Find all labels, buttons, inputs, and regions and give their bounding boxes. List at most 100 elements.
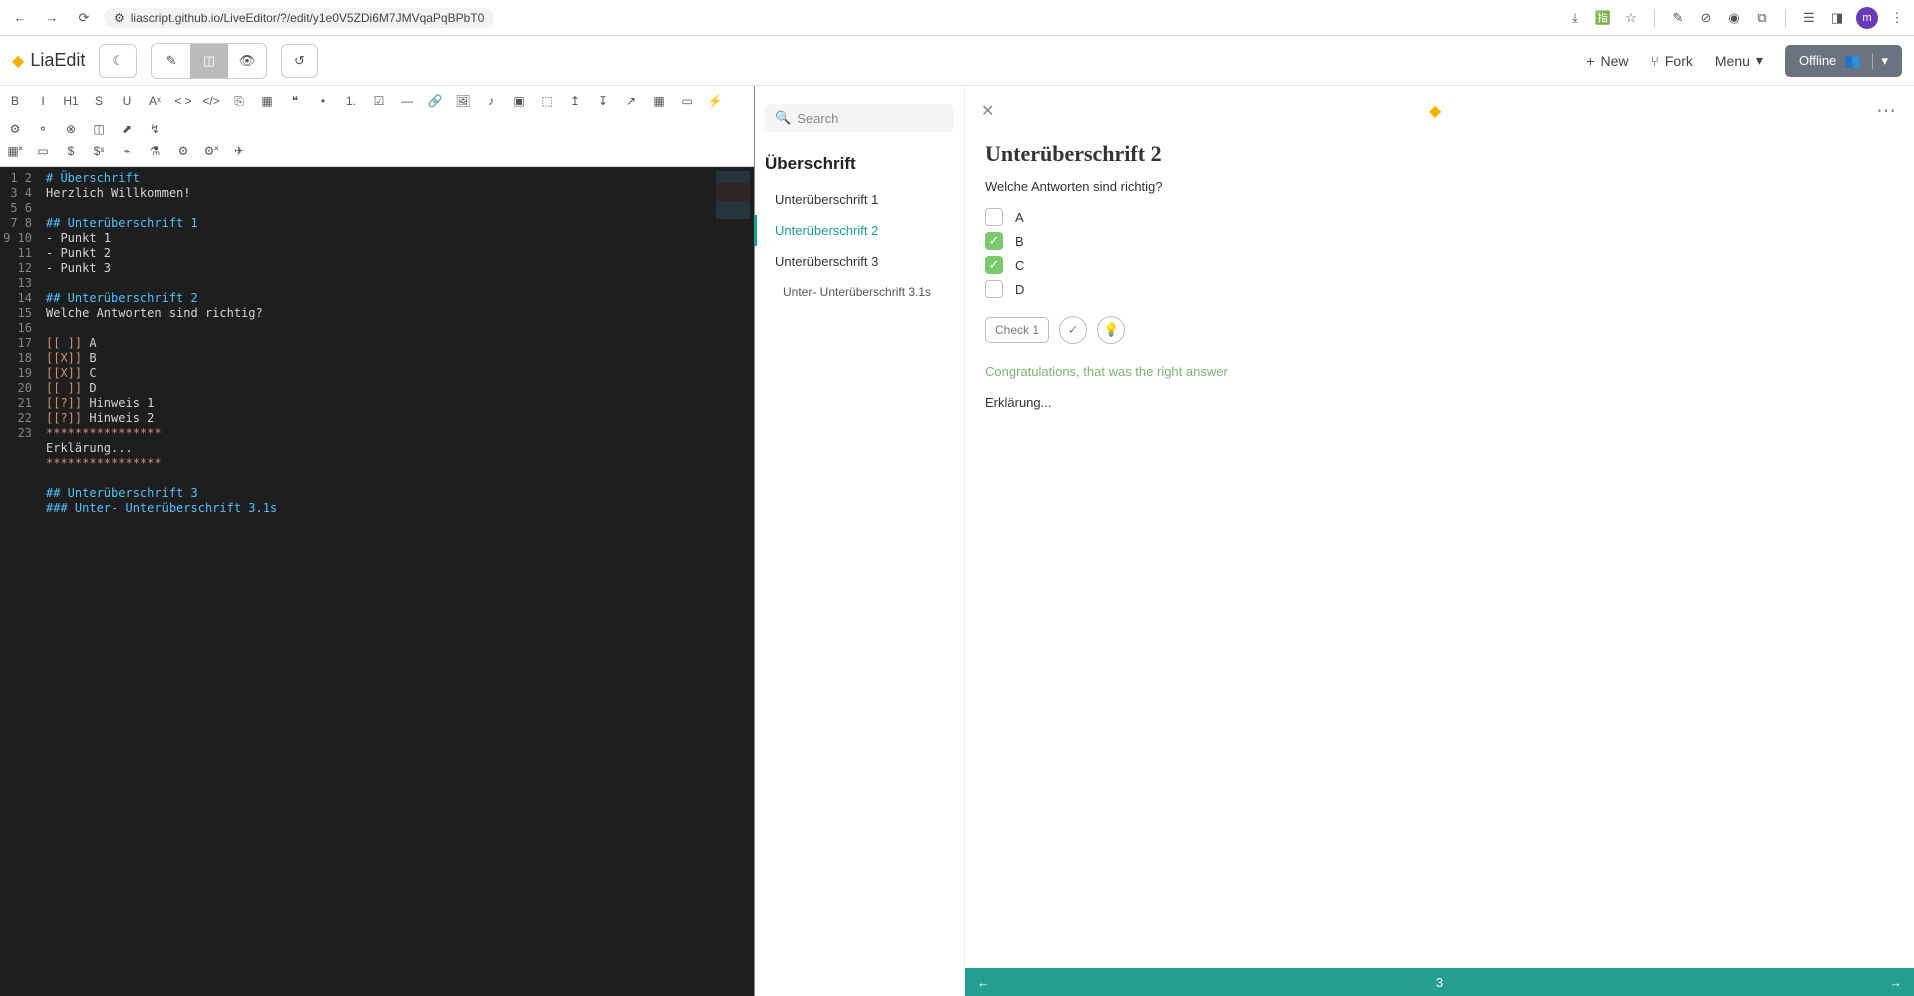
- more-menu-button[interactable]: ⋯: [1876, 98, 1898, 123]
- toolbar2-button-8[interactable]: ✈: [230, 142, 248, 160]
- toc-item-0[interactable]: Unterüberschrift 1: [765, 184, 954, 215]
- code-content[interactable]: # Überschrift Herzlich Willkommen! ## Un…: [40, 167, 754, 996]
- toc-subitem[interactable]: Unter- Unterüberschrift 3.1s: [765, 277, 954, 307]
- toolbar-button-14[interactable]: —: [398, 92, 416, 110]
- toolbar2-button-4[interactable]: ⌁: [118, 142, 136, 160]
- nav-back-button[interactable]: ←: [8, 6, 32, 30]
- page-title: Unterüberschrift 2: [985, 141, 1894, 167]
- toolbar-button-17[interactable]: ♪: [482, 92, 500, 110]
- side-panel-icon[interactable]: ◨: [1828, 9, 1846, 27]
- toolbar-button-16[interactable]: 🖼: [454, 92, 472, 110]
- toolbar-button-2[interactable]: H1: [62, 92, 80, 110]
- option-label: C: [1015, 258, 1024, 273]
- toolbar-button-22[interactable]: ↗: [622, 92, 640, 110]
- checkbox-A[interactable]: [985, 208, 1003, 226]
- toolbar-button-6[interactable]: < >: [174, 92, 192, 110]
- toolbar-button-13[interactable]: ☑: [370, 92, 388, 110]
- address-bar[interactable]: ⚙ liascript.github.io/LiveEditor/?/edit/…: [104, 8, 494, 28]
- toolbar2-button-0[interactable]: ▦˟: [6, 142, 24, 160]
- fork-button[interactable]: ⑂ Fork: [1650, 53, 1692, 69]
- toolbar-button-30[interactable]: ⬈: [118, 120, 136, 138]
- toolbar-button-26[interactable]: ⚙: [6, 120, 24, 138]
- hint-button[interactable]: 💡: [1097, 316, 1125, 344]
- separator: [1785, 9, 1786, 27]
- toolbar2-button-3[interactable]: $ˢ: [90, 142, 108, 160]
- toolbar-button-12[interactable]: 1.: [342, 92, 360, 110]
- toolbar-button-31[interactable]: ↯: [146, 120, 164, 138]
- url-text: liascript.github.io/LiveEditor/?/edit/y1…: [131, 11, 485, 25]
- profile-avatar[interactable]: m: [1856, 7, 1878, 29]
- search-icon: 🔍: [775, 110, 791, 126]
- toolbar-button-8[interactable]: ⎘: [230, 92, 248, 110]
- checkbox-B[interactable]: ✓: [985, 232, 1003, 250]
- reading-list-icon[interactable]: ☰: [1800, 9, 1818, 27]
- check-answer-button[interactable]: Check 1: [985, 317, 1049, 343]
- mark-correct-button[interactable]: ✓: [1059, 316, 1087, 344]
- separator: [1654, 9, 1655, 27]
- page-number: 3: [1436, 975, 1443, 990]
- code-editor[interactable]: 1 2 3 4 5 6 7 8 9 10 11 12 13 14 15 16 1…: [0, 167, 754, 996]
- toolbar2-button-2[interactable]: $: [62, 142, 80, 160]
- toolbar-button-18[interactable]: ▣: [510, 92, 528, 110]
- toolbar-button-25[interactable]: ⚡: [706, 92, 724, 110]
- option-row-B: ✓B: [985, 232, 1894, 250]
- nav-forward-button[interactable]: →: [40, 6, 64, 30]
- search-input[interactable]: 🔍 Search: [765, 104, 954, 132]
- new-button[interactable]: + New: [1586, 53, 1628, 69]
- toolbar-button-0[interactable]: B: [6, 92, 24, 110]
- kebab-menu-icon[interactable]: ⋮: [1888, 9, 1906, 27]
- next-page-button[interactable]: →: [1889, 975, 1902, 990]
- toolbar-button-24[interactable]: ▭: [678, 92, 696, 110]
- preview-only-button[interactable]: 👁: [228, 44, 266, 78]
- toolbar-button-29[interactable]: ◫: [90, 120, 108, 138]
- theme-toggle-button[interactable]: ☾: [99, 44, 137, 78]
- toolbar-button-11[interactable]: •: [314, 92, 332, 110]
- toolbar-button-1[interactable]: I: [34, 92, 52, 110]
- toc-root-title[interactable]: Überschrift: [765, 154, 954, 174]
- toolbar-button-7[interactable]: </>: [202, 92, 220, 110]
- ext-color-icon[interactable]: ◉: [1725, 9, 1743, 27]
- toc-item-2[interactable]: Unterüberschrift 3: [765, 246, 954, 277]
- offline-button[interactable]: Offline 👥 ▾: [1785, 45, 1902, 77]
- toolbar-button-20[interactable]: ↥: [566, 92, 584, 110]
- toolbar2-button-1[interactable]: ▭: [34, 142, 52, 160]
- edit-only-button[interactable]: ✎: [152, 44, 190, 78]
- toc-item-1[interactable]: Unterüberschrift 2: [765, 215, 954, 246]
- toolbar-button-21[interactable]: ↧: [594, 92, 612, 110]
- toolbar2-button-7[interactable]: ⚙˟: [202, 142, 220, 160]
- toolbar-button-23[interactable]: ▦: [650, 92, 668, 110]
- split-view-button[interactable]: ◫: [190, 44, 228, 78]
- close-toc-button[interactable]: ✕: [981, 101, 994, 121]
- option-label: A: [1015, 210, 1024, 225]
- toolbar-button-19[interactable]: ⬚: [538, 92, 556, 110]
- toolbar-button-4[interactable]: U: [118, 92, 136, 110]
- toolbar-button-3[interactable]: S: [90, 92, 108, 110]
- ext-pen-icon[interactable]: ✎: [1669, 9, 1687, 27]
- minimap[interactable]: [716, 171, 750, 231]
- checkbox-D[interactable]: [985, 280, 1003, 298]
- app-header: ◆ LiaEdit ☾ ✎ ◫ 👁 ↺ + New ⑂ Fork Menu ▾ …: [0, 36, 1914, 86]
- install-app-icon[interactable]: ⤓: [1566, 9, 1584, 27]
- toolbar-button-5[interactable]: Aˣ: [146, 92, 164, 110]
- workspace: BIH1SUAˣ< ></>⎘▦❝•1.☑—🔗🖼♪▣⬚↥↧↗▦▭⚡⚙⚬⊗◫⬈↯ …: [0, 86, 1914, 996]
- toolbar-button-10[interactable]: ❝: [286, 92, 304, 110]
- toolbar2-button-5[interactable]: ⚗: [146, 142, 164, 160]
- offline-label: Offline: [1799, 53, 1836, 68]
- app-logo[interactable]: ◆ LiaEdit: [12, 50, 85, 71]
- history-button[interactable]: ↺: [281, 44, 318, 78]
- menu-dropdown[interactable]: Menu ▾: [1715, 52, 1763, 69]
- toolbar-button-27[interactable]: ⚬: [34, 120, 52, 138]
- ext-shield-icon[interactable]: ⊘: [1697, 9, 1715, 27]
- nav-reload-button[interactable]: ⟳: [72, 6, 96, 30]
- toolbar2-button-6[interactable]: ⚙: [174, 142, 192, 160]
- translate-icon[interactable]: 🈯: [1594, 9, 1612, 27]
- prev-page-button[interactable]: ←: [977, 975, 990, 990]
- bookmark-star-icon[interactable]: ☆: [1622, 9, 1640, 27]
- question-text: Welche Antworten sind richtig?: [985, 179, 1894, 194]
- toolbar-button-9[interactable]: ▦: [258, 92, 276, 110]
- toolbar-button-28[interactable]: ⊗: [62, 120, 80, 138]
- toolbar-button-15[interactable]: 🔗: [426, 92, 444, 110]
- checkbox-C[interactable]: ✓: [985, 256, 1003, 274]
- liascript-logo-icon[interactable]: ◆: [1429, 101, 1441, 121]
- extensions-icon[interactable]: ⧉: [1753, 9, 1771, 27]
